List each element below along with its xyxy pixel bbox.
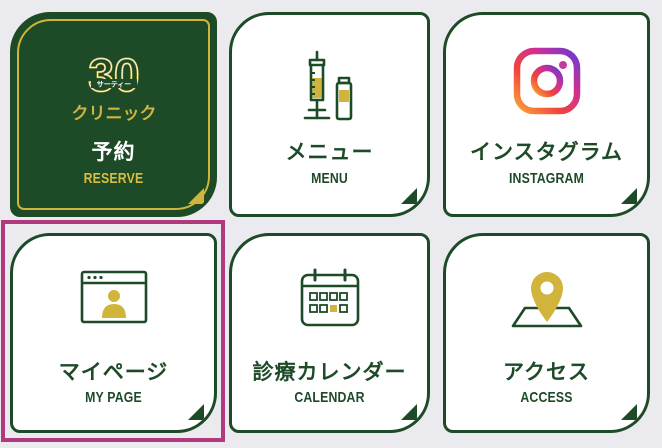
corner-arrow-icon	[621, 404, 637, 420]
logo-ruby: サーティー	[96, 81, 131, 89]
tile-title-en: INSTAGRAM	[508, 170, 585, 187]
tile-title-jp: 診療カレンダー	[252, 360, 407, 384]
access-tile[interactable]: アクセス ACCESS	[443, 233, 650, 433]
map-pin-icon	[446, 266, 647, 330]
corner-arrow-icon	[401, 404, 417, 420]
tile-title-jp: インスタグラム	[470, 140, 623, 164]
tile-title-en: RESERVE	[83, 170, 144, 187]
mypage-tile[interactable]: マイページ MY PAGE	[10, 233, 217, 433]
syringe-vial-icon	[232, 48, 427, 128]
tile-title-en: MY PAGE	[85, 389, 142, 406]
calendar-tile[interactable]: 診療カレンダー CALENDAR	[229, 233, 430, 433]
logo-name: クリニック	[71, 104, 156, 124]
corner-arrow-icon	[188, 188, 204, 204]
clinic-logo-icon: 30 30 サーティー クリニック	[13, 45, 214, 135]
instagram-tile[interactable]: インスタグラム INSTAGRAM	[443, 12, 650, 217]
instagram-icon	[446, 45, 647, 117]
tile-title-en: MENU	[311, 170, 348, 187]
corner-arrow-icon	[188, 404, 204, 420]
tile-title-jp: マイページ	[58, 360, 169, 384]
tile-title-en: ACCESS	[520, 389, 573, 406]
corner-arrow-icon	[621, 188, 637, 204]
reserve-tile[interactable]: 30 30 サーティー クリニック 予約 RESERVE	[10, 12, 217, 217]
tile-title-en: CALENDAR	[294, 389, 365, 406]
tile-title-jp: アクセス	[503, 360, 590, 384]
logo-number-inner: 30	[88, 49, 139, 101]
menu-tile[interactable]: メニュー MENU	[229, 12, 430, 217]
corner-arrow-icon	[401, 188, 417, 204]
tile-title-jp: メニュー	[285, 140, 374, 164]
user-window-icon	[13, 268, 214, 328]
tile-title-jp: 予約	[91, 140, 136, 164]
calendar-icon	[232, 266, 427, 330]
